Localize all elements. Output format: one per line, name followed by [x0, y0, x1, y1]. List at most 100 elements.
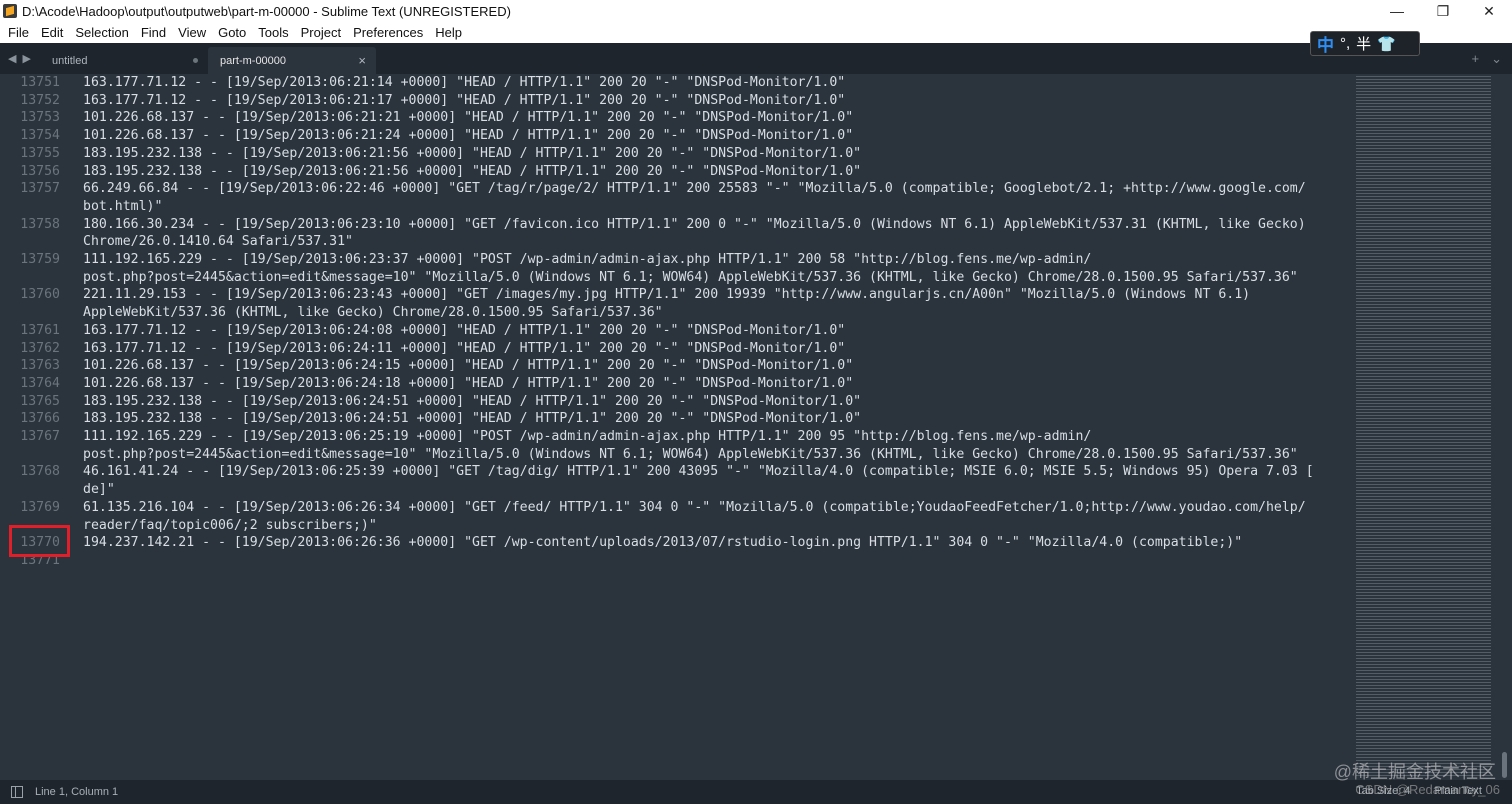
window-title: D:\Acode\Hadoop\output\outputweb\part-m-… [22, 3, 511, 19]
line-number: 13757 [20, 181, 60, 197]
line-text: bot.html)" [83, 198, 163, 214]
menu-view[interactable]: View [172, 25, 212, 40]
line-text: 194.237.142.21 - - [19/Sep/2013:06:26:36… [83, 535, 1243, 551]
code-line[interactable]: 13757 66.249.66.84 - - [19/Sep/2013:06:22… [0, 180, 1352, 198]
ime-mode-indicator[interactable]: 中 [1317, 31, 1334, 56]
code-line[interactable]: post.php?post=2445&action=edit&message=1… [0, 269, 1352, 287]
editor-area[interactable]: 13751 163.177.71.12 - - [19/Sep/2013:06:2… [0, 74, 1352, 780]
line-number: 13759 [20, 252, 60, 268]
menu-file[interactable]: File [2, 25, 35, 40]
tab-untitled[interactable]: untitled [40, 47, 208, 74]
line-text: 183.195.232.138 - - [19/Sep/2013:06:21:5… [83, 163, 862, 179]
code-line[interactable]: 13755 183.195.232.138 - - [19/Sep/2013:06… [0, 145, 1352, 163]
tab-active-label: part-m-00000 [220, 54, 287, 67]
menu-tools[interactable]: Tools [252, 25, 294, 40]
menu-goto[interactable]: Goto [212, 25, 252, 40]
line-text: 46.161.41.24 - - [19/Sep/2013:06:25:39 +… [83, 464, 1314, 480]
line-number: 13751 [20, 75, 60, 90]
line-text: 163.177.71.12 - - [19/Sep/2013:06:24:08 … [83, 322, 846, 338]
code-line[interactable]: 13768 46.161.41.24 - - [19/Sep/2013:06:25… [0, 463, 1352, 481]
line-text: 111.192.165.229 - - [19/Sep/2013:06:23:3… [83, 252, 1092, 268]
line-number: 13763 [20, 358, 60, 374]
code-line[interactable]: 13767 111.192.165.229 - - [19/Sep/2013:06… [0, 428, 1352, 446]
line-number: 13765 [20, 393, 60, 409]
code-line[interactable]: 13760 221.11.29.153 - - [19/Sep/2013:06:2… [0, 286, 1352, 304]
line-text: 163.177.71.12 - - [19/Sep/2013:06:24:11 … [83, 340, 846, 356]
tab-untitled-label: untitled [52, 54, 88, 67]
scrollbar-thumb[interactable] [1502, 752, 1507, 778]
code-line[interactable]: 13761 163.177.71.12 - - [19/Sep/2013:06:2… [0, 322, 1352, 340]
code-line[interactable]: 13759 111.192.165.229 - - [19/Sep/2013:06… [0, 251, 1352, 269]
line-number: 13769 [20, 499, 60, 515]
line-number: 13754 [20, 128, 60, 144]
new-tab-plus-icon[interactable]: + [1472, 51, 1480, 67]
sidebar-toggle-icon[interactable] [11, 786, 23, 798]
menu-help[interactable]: Help [429, 25, 468, 40]
code-line[interactable]: 13762 163.177.71.12 - - [19/Sep/2013:06:2… [0, 340, 1352, 358]
tab-actions: + ⌄ [1472, 51, 1503, 67]
code-line[interactable]: 13765 183.195.232.138 - - [19/Sep/2013:06… [0, 393, 1352, 411]
menu-selection[interactable]: Selection [69, 25, 134, 40]
line-number: 13752 [20, 92, 60, 108]
line-text: 101.226.68.137 - - [19/Sep/2013:06:24:15… [83, 358, 854, 374]
menu-project[interactable]: Project [295, 25, 347, 40]
line-number: 13756 [20, 163, 60, 179]
line-text: 183.195.232.138 - - [19/Sep/2013:06:21:5… [83, 145, 862, 161]
ime-skin-icon[interactable]: 👕 [1377, 35, 1396, 53]
code-line[interactable]: post.php?post=2445&action=edit&message=1… [0, 446, 1352, 464]
line-number [0, 304, 60, 322]
ime-toolbar[interactable]: 中 °, 半 👕 [1310, 31, 1420, 56]
code-line[interactable]: 13751 163.177.71.12 - - [19/Sep/2013:06:2… [0, 74, 1352, 92]
code-line[interactable]: Chrome/26.0.1410.64 Safari/537.31" [0, 233, 1352, 251]
code-line[interactable]: 13763 101.226.68.137 - - [19/Sep/2013:06:… [0, 357, 1352, 375]
minimize-button[interactable]: — [1374, 0, 1420, 22]
menu-edit[interactable]: Edit [35, 25, 69, 40]
menu-preferences[interactable]: Preferences [347, 25, 429, 40]
tab-right-arrow-icon[interactable]: ▶ [22, 52, 30, 65]
code-line[interactable]: 13769 61.135.216.104 - - [19/Sep/2013:06:… [0, 499, 1352, 517]
sublime-app-icon [3, 4, 17, 18]
code-line[interactable]: 13764 101.226.68.137 - - [19/Sep/2013:06:… [0, 375, 1352, 393]
code-line[interactable]: 13752 163.177.71.12 - - [19/Sep/2013:06:2… [0, 92, 1352, 110]
minimap[interactable] [1352, 74, 1497, 780]
tab-part-m-00000[interactable]: part-m-00000 × [208, 47, 376, 74]
line-text: 221.11.29.153 - - [19/Sep/2013:06:23:43 … [83, 287, 1251, 303]
code-line[interactable]: 13766 183.195.232.138 - - [19/Sep/2013:06… [0, 410, 1352, 428]
line-number: 13758 [20, 216, 60, 232]
line-13770-highlight-box [9, 525, 70, 557]
tab-left-arrow-icon[interactable]: ◀ [8, 52, 16, 65]
line-text: 180.166.30.234 - - [19/Sep/2013:06:23:10… [83, 216, 1306, 232]
code-line[interactable]: 13770 194.237.142.21 - - [19/Sep/2013:06:… [0, 534, 1352, 552]
line-number: 13755 [20, 145, 60, 161]
code-line[interactable]: bot.html)" [0, 198, 1352, 216]
code-line[interactable]: 13754 101.226.68.137 - - [19/Sep/2013:06:… [0, 127, 1352, 145]
tab-list-chevron-icon[interactable]: ⌄ [1491, 51, 1502, 67]
line-text: Chrome/26.0.1410.64 Safari/537.31" [83, 234, 353, 250]
line-text: 163.177.71.12 - - [19/Sep/2013:06:21:17 … [83, 92, 846, 108]
code-line[interactable]: AppleWebKit/537.36 (KHTML, like Gecko) C… [0, 304, 1352, 322]
code-line[interactable]: 13756 183.195.232.138 - - [19/Sep/2013:06… [0, 163, 1352, 181]
code-line[interactable]: 13758 180.166.30.234 - - [19/Sep/2013:06:… [0, 216, 1352, 234]
ime-punct-indicator[interactable]: °, [1340, 35, 1350, 52]
tab-close-icon[interactable]: × [358, 53, 366, 68]
line-number: 13764 [20, 375, 60, 391]
close-button[interactable]: ✕ [1466, 0, 1512, 22]
code-line[interactable]: 13771 [0, 552, 1352, 570]
code-line[interactable]: reader/faq/topic006/;2 subscribers;)" [0, 517, 1352, 535]
code-lines: 13751 163.177.71.12 - - [19/Sep/2013:06:2… [0, 74, 1352, 570]
minimap-content [1356, 76, 1491, 776]
tab-scroll-arrows: ◀ ▶ [8, 52, 31, 65]
ime-width-indicator[interactable]: 半 [1356, 33, 1371, 54]
menu-bar: File Edit Selection Find View Goto Tools… [0, 22, 1512, 43]
line-number [0, 269, 60, 287]
tab-bar: ◀ ▶ untitled part-m-00000 × + ⌄ [0, 43, 1512, 74]
maximize-button[interactable]: ❐ [1420, 0, 1466, 22]
code-line[interactable]: 13753 101.226.68.137 - - [19/Sep/2013:06:… [0, 109, 1352, 127]
title-bar: D:\Acode\Hadoop\output\outputweb\part-m-… [0, 0, 1512, 22]
code-line[interactable]: de]" [0, 481, 1352, 499]
line-number: 13762 [20, 340, 60, 356]
line-text: 183.195.232.138 - - [19/Sep/2013:06:24:5… [83, 411, 862, 427]
menu-find[interactable]: Find [135, 25, 172, 40]
line-text: 101.226.68.137 - - [19/Sep/2013:06:21:21… [83, 110, 854, 126]
vertical-scrollbar[interactable] [1497, 74, 1512, 780]
